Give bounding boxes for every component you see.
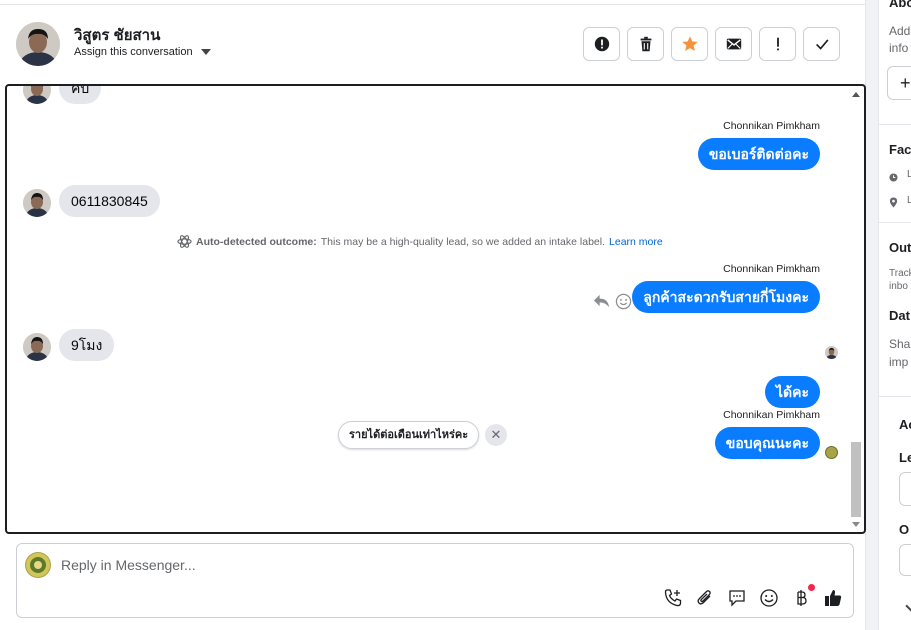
about-text: info (889, 41, 909, 55)
conversation-actions (583, 27, 840, 61)
paperclip-icon (697, 590, 711, 605)
outcome-title: Auto-detected outcome: (196, 235, 317, 248)
delete-button[interactable] (627, 27, 664, 61)
chat-bubble-icon (729, 590, 745, 607)
star-button[interactable] (671, 27, 708, 61)
clock-icon (889, 169, 898, 187)
contact-avatar (23, 333, 51, 361)
avatar[interactable] (16, 22, 60, 66)
caret-down-icon (200, 49, 211, 55)
owner-label: O (899, 522, 910, 537)
outgoing-message: ลูกค้าสะดวกรับสายกี่โมงคะ (632, 281, 820, 313)
owner-select[interactable] (899, 544, 911, 576)
contact-details-panel: Abo Add info + Fac L L Out Track inbo Da… (878, 0, 911, 630)
about-heading: Abo (889, 0, 911, 10)
close-icon[interactable]: ✕ (485, 424, 507, 446)
outcome-text: This may be a high-quality lead, so we a… (320, 235, 606, 248)
incoming-message: คับ (59, 86, 102, 104)
outcome-text: inbo (889, 281, 908, 292)
reply-composer (16, 543, 854, 618)
mark-unread-button[interactable] (715, 27, 752, 61)
exclamation-icon (776, 37, 779, 51)
data-text: imp (889, 355, 909, 369)
add-info-button[interactable]: + (887, 66, 911, 100)
incoming-message: 9โมง (59, 329, 115, 361)
divider (879, 396, 911, 397)
sender-name: Chonnikan Pimkham (723, 409, 820, 421)
outcome-text: Track (889, 268, 911, 279)
add-call-button[interactable] (662, 587, 684, 609)
activity-heading: Ac (899, 417, 911, 432)
facebook-heading: Fac (889, 142, 911, 157)
lead-stage-label: Le (899, 450, 911, 465)
divider (879, 222, 911, 223)
smiley-icon (760, 589, 778, 607)
about-text: Add (889, 24, 911, 38)
trash-icon (640, 36, 651, 52)
location: L (907, 195, 911, 206)
star-icon (681, 36, 698, 52)
phone-plus-icon (664, 589, 682, 607)
alert-circle-icon (594, 36, 609, 52)
conversation-header: วิสูตร ชัยสาน Assign this conversation (0, 5, 866, 83)
lead-stage-select[interactable] (899, 472, 911, 506)
chevron-down-icon[interactable] (905, 600, 911, 612)
emoji-button[interactable] (758, 587, 780, 609)
baht-icon (797, 590, 807, 606)
outgoing-message: ได้คะ (764, 376, 820, 408)
assign-label: Assign this conversation (74, 46, 193, 58)
contact-avatar (23, 189, 51, 217)
data-heading: Dat (889, 308, 910, 323)
outgoing-message: ขอบคุณนะคะ (714, 427, 820, 459)
location-icon (889, 195, 898, 213)
contact-avatar (23, 86, 51, 104)
contact-name[interactable]: วิสูตร ชัยสาน (74, 23, 160, 47)
scroll-up-arrow-icon[interactable] (852, 92, 860, 97)
like-button[interactable] (822, 587, 844, 609)
page-avatar (825, 446, 838, 459)
saved-replies-button[interactable] (726, 587, 748, 609)
data-text: Shar (889, 337, 911, 351)
auto-detected-outcome-notice: Auto-detected outcome: This may be a hig… (177, 234, 663, 249)
outcome-heading: Out (889, 240, 911, 255)
sender-name: Chonnikan Pimkham (723, 120, 820, 132)
assign-conversation-dropdown[interactable]: Assign this conversation (74, 46, 211, 58)
divider (879, 124, 911, 125)
reply-icon[interactable] (593, 293, 610, 313)
scroll-down-arrow-icon[interactable] (852, 522, 860, 527)
notification-dot (808, 584, 815, 591)
conversation-pane: วิสูตร ชัยสาน Assign this conversation ค… (0, 0, 866, 630)
incoming-message: 0611830845 (59, 185, 160, 217)
outgoing-message: ขอเบอร์ติดต่อคะ (697, 138, 820, 170)
learn-more-link[interactable]: Learn more (609, 236, 663, 248)
thumbs-up-icon (825, 590, 842, 606)
payment-button[interactable] (790, 584, 815, 609)
react-emoji-icon[interactable] (615, 293, 632, 315)
follow-up-button[interactable] (759, 27, 796, 61)
check-icon (815, 39, 828, 50)
mark-done-button[interactable] (803, 27, 840, 61)
message-thread[interactable]: คับ Chonnikan Pimkham ขอเบอร์ติดต่อคะ 06… (5, 84, 866, 534)
page-avatar (25, 552, 51, 578)
attach-button[interactable] (694, 587, 716, 609)
local-time: L (907, 169, 911, 180)
envelope-icon (726, 38, 741, 50)
spam-button[interactable] (583, 27, 620, 61)
scrollbar-thumb[interactable] (851, 442, 861, 517)
read-receipt-avatar (825, 346, 838, 359)
atom-icon (177, 235, 192, 248)
reply-input[interactable] (61, 554, 661, 576)
composer-toolbar (662, 584, 844, 609)
suggested-reply-chip[interactable]: รายได้ต่อเดือนเท่าไหร่คะ (338, 421, 480, 449)
thread-scrollbar[interactable] (850, 88, 862, 532)
sender-name: Chonnikan Pimkham (723, 263, 820, 275)
